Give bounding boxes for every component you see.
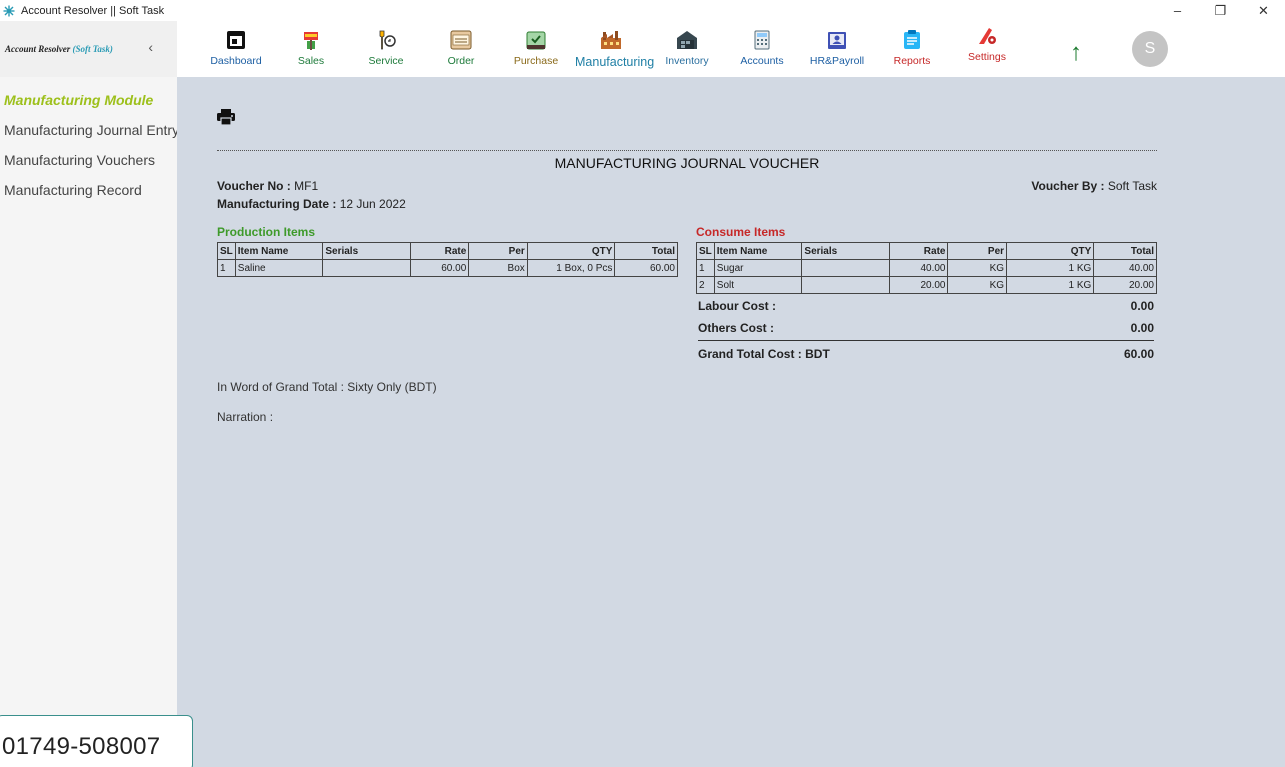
collapse-sidebar-button[interactable]: ‹ [148,39,153,55]
window-titlebar: Account Resolver || Soft Task – ❐ ✕ [0,0,1285,21]
service-icon [379,30,396,50]
table-header-row: SL Item Name Serials Rate Per QTY Total [217,242,678,260]
main-toolbar: Dashboard Sales Service Order Purchase M… [177,21,1285,77]
hr-payroll-icon [828,32,846,49]
table-row: 2 Solt 20.00 KG 1 KG 20.00 [696,276,1157,294]
sidebar-header: Account Resolver (Soft Task) ‹ [0,21,177,77]
support-phone-number: 01749-508007 [2,733,161,760]
support-phone-box: 01749-508007 [0,715,193,767]
minimize-button[interactable]: – [1156,0,1199,21]
production-items-table: SL Item Name Serials Rate Per QTY Total … [217,242,678,277]
voucher-by: Voucher By : Soft Task [1031,179,1157,193]
user-avatar[interactable]: S [1132,31,1168,67]
purchase-icon [526,31,546,50]
voucher-panel: MANUFACTURING JOURNAL VOUCHER Voucher No… [177,77,1285,767]
reports-icon [904,30,920,49]
manufacturing-date: Manufacturing Date : 12 Jun 2022 [217,197,406,211]
table-row: 1 Sugar 40.00 KG 1 KG 40.00 [696,259,1157,277]
sales-icon [304,32,318,50]
sidebar: Manufacturing Module Manufacturing Journ… [0,77,177,767]
nav-purchase[interactable]: Purchase [500,28,572,67]
nav-accounts[interactable]: Accounts [726,28,798,67]
consume-items-title: Consume Items [696,225,786,239]
scroll-up-icon[interactable]: ↑ [1070,39,1082,67]
voucher-number: Voucher No : MF1 [217,179,319,193]
sidebar-item-journal-entry[interactable]: Manufacturing Journal Entry [4,122,177,138]
nav-order[interactable]: Order [425,28,497,67]
nav-reports[interactable]: Reports [876,28,948,67]
settings-icon [979,28,996,44]
sidebar-item-vouchers[interactable]: Manufacturing Vouchers [4,152,155,168]
restore-button[interactable]: ❐ [1199,0,1242,21]
manufacturing-icon [601,31,621,49]
nav-service[interactable]: Service [350,28,422,67]
accounts-icon [754,30,770,50]
grand-total-row: Grand Total Cost : BDT 60.00 [698,347,1154,361]
table-row: 1 Saline 60.00 Box 1 Box, 0 Pcs 60.00 [217,259,678,277]
narration: Narration : [217,410,274,424]
brand-logo: Account Resolver (Soft Task) [5,44,113,54]
consume-items-table: SL Item Name Serials Rate Per QTY Total … [696,242,1157,294]
nav-dashboard[interactable]: Dashboard [200,28,272,67]
nav-hr-payroll[interactable]: HR&Payroll [801,28,873,67]
dashboard-icon [227,31,245,49]
nav-sales[interactable]: Sales [275,28,347,67]
table-header-row: SL Item Name Serials Rate Per QTY Total [696,242,1157,260]
close-button[interactable]: ✕ [1242,0,1285,21]
amount-in-words: In Word of Grand Total : Sixty Only (BDT… [217,380,437,394]
labour-cost-row: Labour Cost : 0.00 [698,299,1154,313]
inventory-icon [677,31,697,49]
nav-manufacturing[interactable]: Manufacturing [575,28,654,69]
sidebar-module-title: Manufacturing Module [4,92,154,108]
app-logo-icon [3,5,15,16]
voucher-title: MANUFACTURING JOURNAL VOUCHER [554,155,820,171]
order-icon [450,30,472,50]
production-items-title: Production Items [217,225,316,239]
window-title: Account Resolver || Soft Task [21,4,165,17]
nav-inventory[interactable]: Inventory [651,28,723,67]
sidebar-item-record[interactable]: Manufacturing Record [4,182,142,198]
total-divider [698,340,1154,341]
divider [217,150,1157,151]
nav-settings[interactable]: Settings [951,24,1023,63]
others-cost-row: Others Cost : 0.00 [698,321,1154,335]
print-icon[interactable] [217,109,235,125]
